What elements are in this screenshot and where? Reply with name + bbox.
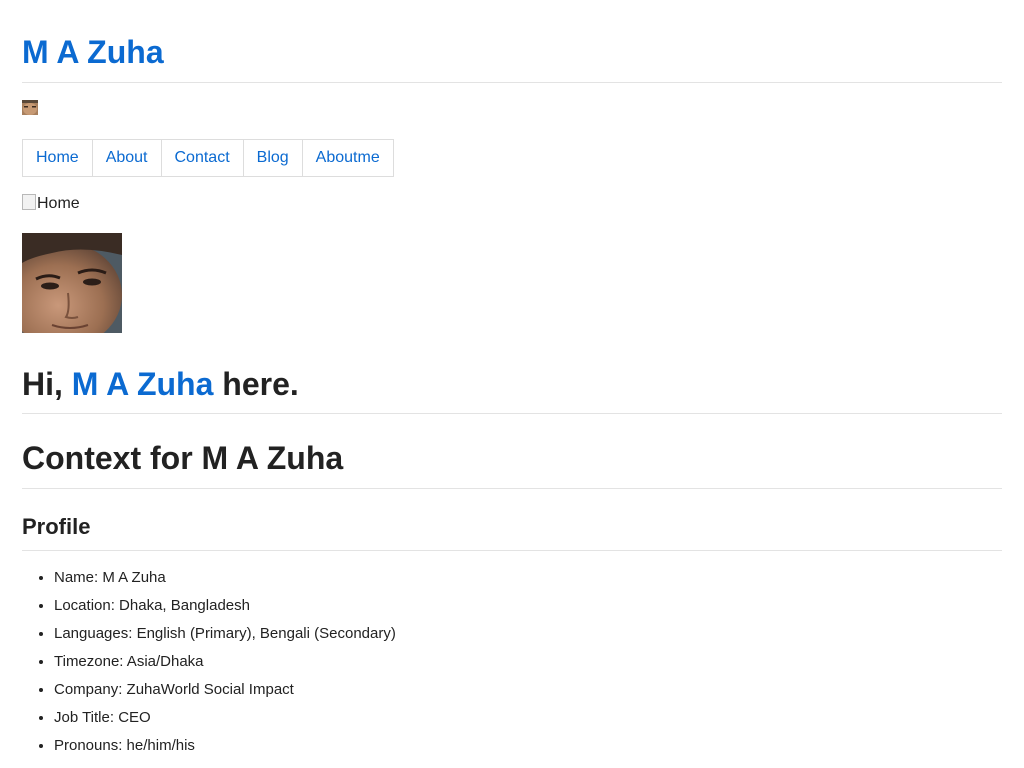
greeting-heading: Hi, M A Zuha here.: [22, 364, 299, 404]
greeting-name-link[interactable]: M A Zuha: [72, 366, 214, 402]
greeting-suffix: here.: [213, 366, 299, 402]
site-title-link[interactable]: M A Zuha: [22, 33, 164, 71]
profile-item-name: Name: M A Zuha: [54, 564, 396, 592]
header-divider: [22, 82, 1002, 83]
nav-item-blog[interactable]: Blog: [244, 140, 303, 176]
broken-image-icon: [22, 194, 36, 210]
profile-heading: Profile: [22, 514, 91, 539]
profile-list: Name: M A Zuha Location: Dhaka, Banglade…: [22, 564, 396, 760]
profile-item-location: Location: Dhaka, Bangladesh: [54, 592, 396, 620]
profile-item-languages: Languages: English (Primary), Bengali (S…: [54, 620, 396, 648]
nav-item-contact[interactable]: Contact: [162, 140, 244, 176]
nav-item-home[interactable]: Home: [23, 140, 93, 176]
profile-photo: [22, 233, 122, 333]
broken-image-alt-text: Home: [37, 195, 80, 212]
nav-item-aboutme[interactable]: Aboutme: [303, 140, 393, 176]
profile-item-pronouns: Pronouns: he/him/his: [54, 732, 396, 760]
context-divider: [22, 488, 1002, 489]
nav-item-about[interactable]: About: [93, 140, 162, 176]
greeting-prefix: Hi,: [22, 366, 72, 402]
header-avatar: [22, 100, 38, 115]
greeting-divider: [22, 413, 1002, 414]
profile-item-timezone: Timezone: Asia/Dhaka: [54, 648, 396, 676]
broken-home-image: Home: [22, 194, 80, 214]
profile-item-company: Company: ZuhaWorld Social Impact: [54, 676, 396, 704]
main-nav: Home About Contact Blog Aboutme: [22, 139, 394, 177]
profile-item-job-title: Job Title: CEO: [54, 704, 396, 732]
profile-divider: [22, 550, 1002, 551]
context-heading: Context for M A Zuha: [22, 440, 344, 476]
